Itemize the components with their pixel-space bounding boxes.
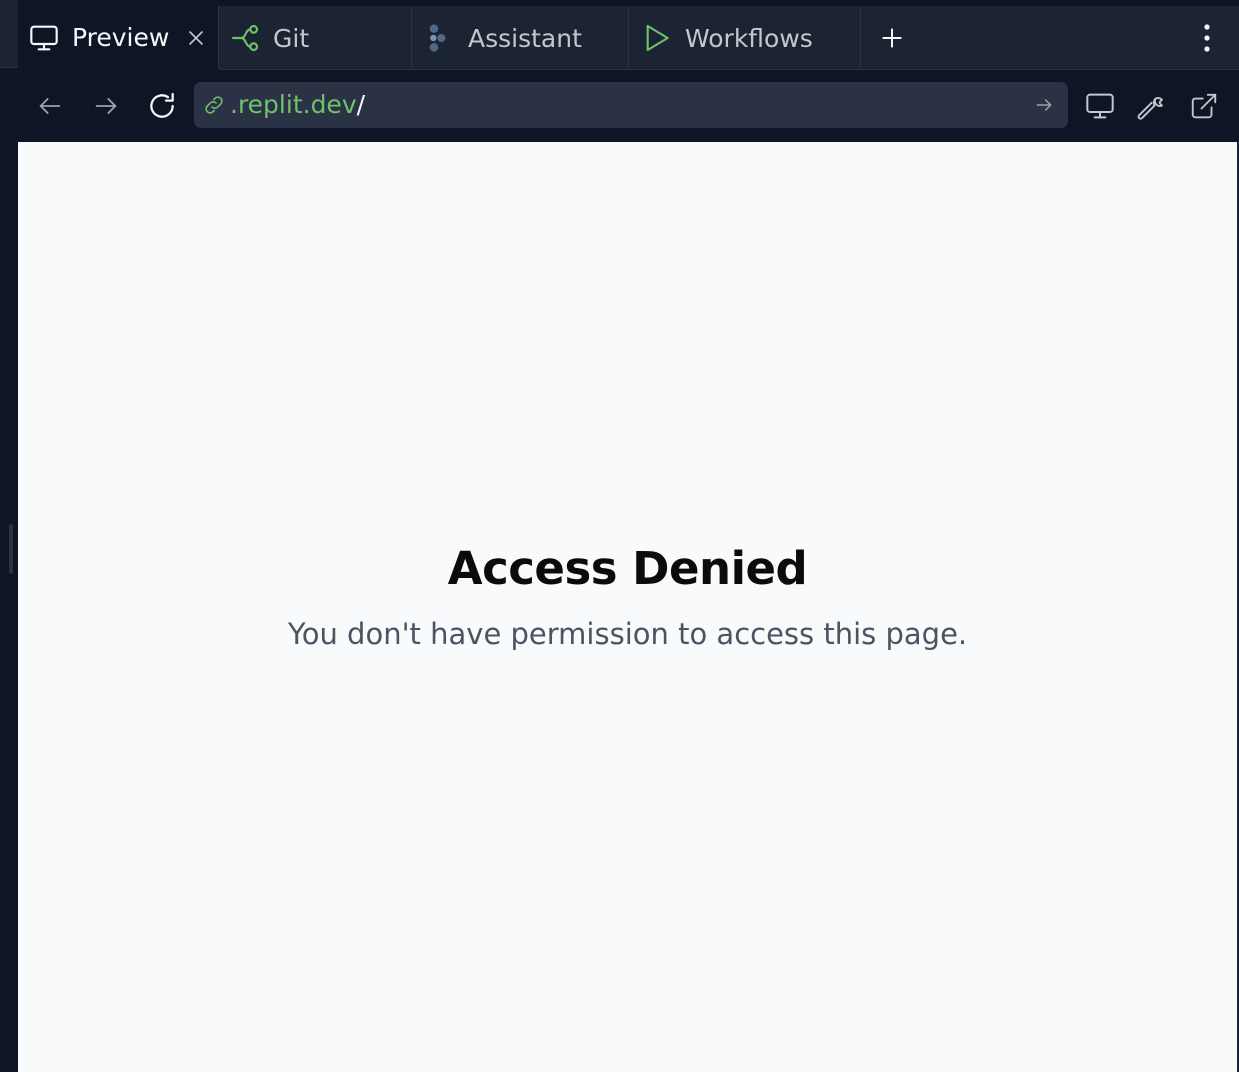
tab-git-label: Git [273,23,310,53]
access-denied-message: Access Denied You don't have permission … [18,542,1237,651]
resize-handle[interactable] [9,524,13,574]
open-new-tab-button[interactable] [1182,84,1226,128]
left-gutter [0,0,18,1072]
url-bar[interactable]: .replit.dev/ [194,82,1068,128]
tab-bar: Preview Git Assistant Workflows [18,6,1239,70]
link-icon [202,93,226,117]
tab-preview[interactable]: Preview [18,6,219,70]
page-message: You don't have permission to access this… [287,617,968,651]
left-gutter-strip [0,0,18,68]
tab-workflows-label: Workflows [685,23,813,53]
tab-assistant-label: Assistant [468,23,582,53]
tab-workflows[interactable]: Workflows [629,6,861,70]
add-tab-button[interactable] [870,20,914,56]
url-host: .replit.dev [230,90,357,119]
page-heading: Access Denied [447,542,808,595]
url-text[interactable]: .replit.dev/ [230,90,365,119]
url-path: / [356,90,366,119]
preview-pane: Preview Git Assistant Workflows .replit.… [18,6,1239,1072]
monitor-icon [1084,90,1116,122]
devtools-button[interactable] [1130,84,1174,128]
tab-preview-label: Preview [72,23,170,52]
back-button[interactable] [28,84,72,128]
close-icon[interactable] [184,26,208,50]
tab-git[interactable]: Git [219,6,412,70]
device-view-button[interactable] [1078,84,1122,128]
preview-toolbar: .replit.dev/ [18,70,1239,142]
go-arrow-icon[interactable] [1034,95,1054,115]
more-options-button[interactable] [1189,20,1225,56]
reload-button[interactable] [140,84,184,128]
preview-viewport: Access Denied You don't have permission … [18,142,1237,1072]
assistant-icon [422,22,454,54]
arrow-right-icon [92,92,120,120]
arrow-left-icon [36,92,64,120]
kebab-menu-icon [1202,23,1212,53]
external-link-icon [1189,91,1219,121]
git-branch-icon [231,22,263,54]
monitor-icon [28,22,60,54]
wrench-icon [1137,91,1167,121]
plus-icon [879,25,905,51]
refresh-icon [146,90,178,122]
forward-button[interactable] [84,84,128,128]
play-icon [641,22,673,54]
tab-assistant[interactable]: Assistant [412,6,629,70]
